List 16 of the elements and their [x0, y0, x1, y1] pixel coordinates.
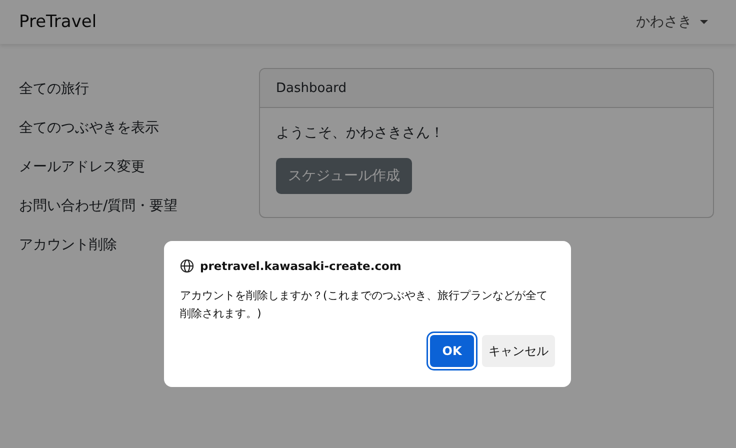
- sidebar-link[interactable]: 全ての旅行: [19, 79, 89, 99]
- welcome-text: ようこそ、かわさきさん！: [276, 124, 445, 142]
- cancel-button[interactable]: キャンセル: [482, 335, 555, 367]
- sidebar-link[interactable]: メールアドレス変更: [19, 157, 145, 177]
- sidebar-link[interactable]: 全てのつぶやきを表示: [19, 118, 159, 138]
- sidebar-link[interactable]: アカウント削除: [19, 235, 117, 255]
- dialog-message: アカウントを削除しますか？(これまでのつぶやき、旅行プランなどが全て削除されます。): [180, 288, 548, 322]
- card-title: Dashboard: [276, 80, 347, 96]
- create-schedule-button[interactable]: スケジュール作成: [276, 158, 412, 194]
- user-menu[interactable]: かわさき: [636, 13, 708, 31]
- sidebar-link[interactable]: お問い合わせ/質問・要望: [19, 196, 178, 216]
- site-origin: pretravel.kawasaki-create.com: [200, 259, 402, 273]
- globe-icon: [180, 259, 194, 273]
- brand-link[interactable]: PreTravel: [19, 12, 97, 32]
- ok-button[interactable]: OK: [430, 335, 474, 367]
- caret-icon: [700, 20, 708, 24]
